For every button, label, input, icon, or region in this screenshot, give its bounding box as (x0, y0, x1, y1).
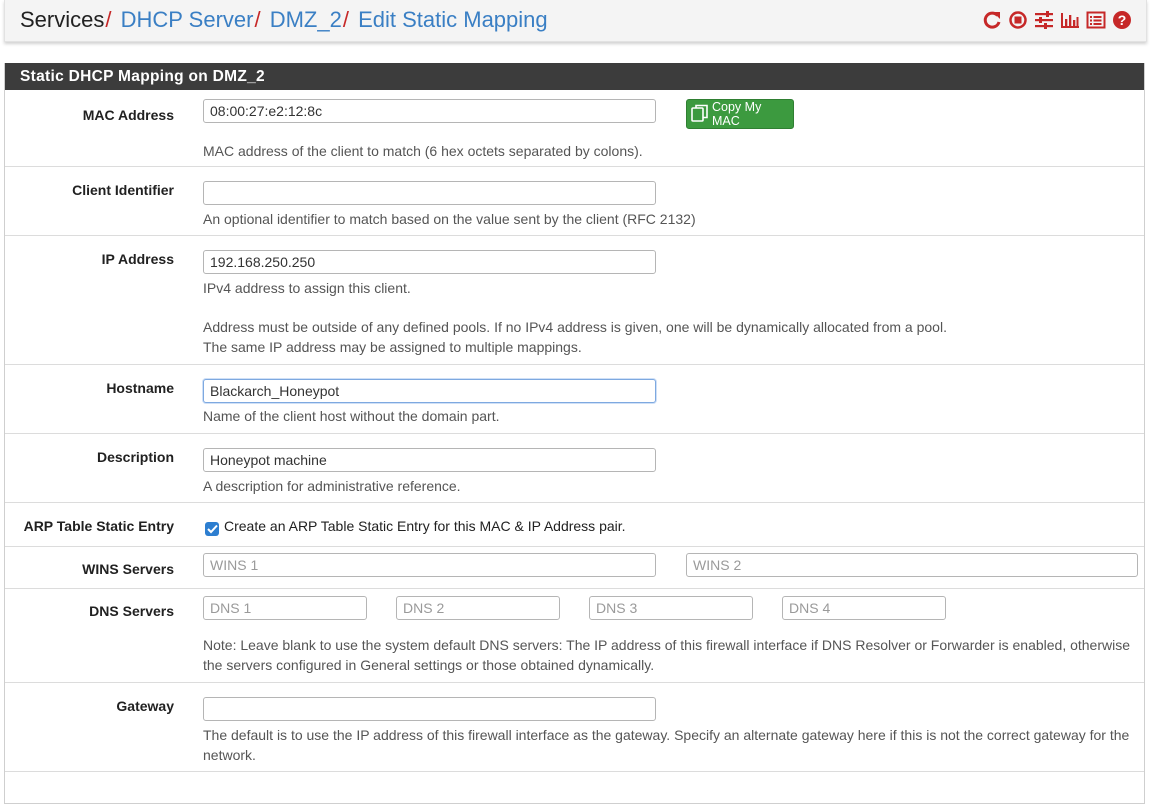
list-icon[interactable] (1086, 9, 1106, 31)
copy-icon (691, 104, 709, 125)
breadcrumb-dmz2-link[interactable]: DMZ_2 (270, 7, 342, 32)
row-description: Description A description for administra… (5, 434, 1144, 503)
ip-address-multiple-note: The same IP address may be assigned to m… (203, 339, 582, 355)
page-header: Services/ DHCP Server/ DMZ_2/ Edit Stati… (4, 0, 1147, 42)
row-dns-servers: DNS Servers Note: Leave blank to use the… (5, 589, 1144, 683)
dns-servers-help-line-2: the servers configured in General settin… (203, 657, 655, 673)
row-mac-address: MAC Address Copy My MAC MAC address of t… (5, 90, 1144, 167)
checkmark-icon (206, 524, 218, 534)
copy-my-mac-button[interactable]: Copy My MAC (686, 99, 794, 129)
arp-static-entry-label: ARP Table Static Entry (23, 518, 174, 534)
breadcrumb-edit-static-mapping-link[interactable]: Edit Static Mapping (358, 7, 548, 32)
reload-icon[interactable] (982, 9, 1002, 31)
wins-servers-label: WINS Servers (82, 561, 174, 577)
gateway-label: Gateway (116, 698, 174, 714)
hostname-input[interactable] (203, 379, 656, 403)
gateway-help-line-2: network. (203, 747, 256, 763)
mac-address-help: MAC address of the client to match (6 he… (203, 143, 643, 159)
dns-servers-help-line-1: Note: Leave blank to use the system defa… (203, 637, 1131, 653)
arp-static-entry-checkbox[interactable] (205, 522, 219, 536)
row-hostname: Hostname Name of the client host without… (5, 365, 1144, 434)
breadcrumb-dhcp-server-link[interactable]: DHCP Server (121, 7, 254, 32)
stop-icon[interactable] (1008, 9, 1028, 31)
breadcrumb: Services/ DHCP Server/ DMZ_2/ Edit Stati… (20, 6, 548, 34)
sliders-icon[interactable] (1034, 9, 1054, 31)
breadcrumb-separator: / (254, 7, 261, 32)
row-gateway: Gateway The default is to use the IP add… (5, 683, 1144, 772)
breadcrumb-separator: / (105, 7, 112, 32)
ip-address-input[interactable] (203, 250, 656, 274)
wins-server-1-input[interactable] (203, 553, 656, 577)
ip-address-pool-note: Address must be outside of any defined p… (203, 319, 947, 335)
row-wins-servers: WINS Servers (5, 547, 1144, 589)
header-toolbar: ? (982, 9, 1132, 31)
mac-address-label: MAC Address (82, 107, 174, 123)
help-icon[interactable]: ? (1112, 9, 1132, 31)
row-client-identifier: Client Identifier An optional identifier… (5, 167, 1144, 236)
wins-server-2-input[interactable] (686, 553, 1138, 577)
row-arp-static-entry: ARP Table Static Entry Create an ARP Tab… (5, 503, 1144, 547)
dns-server-3-input[interactable] (589, 596, 753, 620)
static-mapping-panel: Static DHCP Mapping on DMZ_2 MAC Address… (4, 63, 1145, 804)
copy-my-mac-label: Copy My MAC (712, 100, 762, 128)
client-identifier-input[interactable] (203, 181, 656, 205)
breadcrumb-separator: / (342, 7, 349, 32)
description-help: A description for administrative referen… (203, 478, 461, 494)
gateway-help-line-1: The default is to use the IP address of … (203, 727, 1130, 743)
client-identifier-help: An optional identifier to match based on… (203, 211, 696, 227)
mac-address-input[interactable] (203, 99, 656, 123)
ip-address-label: IP Address (101, 251, 174, 267)
hostname-help: Name of the client host without the doma… (203, 408, 500, 424)
arp-static-entry-checkbox-label[interactable]: Create an ARP Table Static Entry for thi… (224, 518, 626, 534)
svg-text:?: ? (1118, 12, 1127, 28)
ip-address-help: IPv4 address to assign this client. (203, 280, 411, 296)
hostname-label: Hostname (106, 380, 174, 396)
description-label: Description (96, 449, 174, 465)
description-input[interactable] (203, 448, 656, 472)
row-ip-address: IP Address IPv4 address to assign this c… (5, 236, 1144, 365)
breadcrumb-services: Services (20, 7, 105, 32)
bar-chart-icon[interactable] (1060, 9, 1080, 31)
client-identifier-label: Client Identifier (72, 182, 174, 198)
gateway-input[interactable] (203, 697, 656, 721)
dns-servers-label: DNS Servers (89, 603, 174, 619)
dns-server-1-input[interactable] (203, 596, 367, 620)
panel-title: Static DHCP Mapping on DMZ_2 (5, 63, 1144, 90)
dns-server-4-input[interactable] (782, 596, 946, 620)
dns-server-2-input[interactable] (396, 596, 560, 620)
